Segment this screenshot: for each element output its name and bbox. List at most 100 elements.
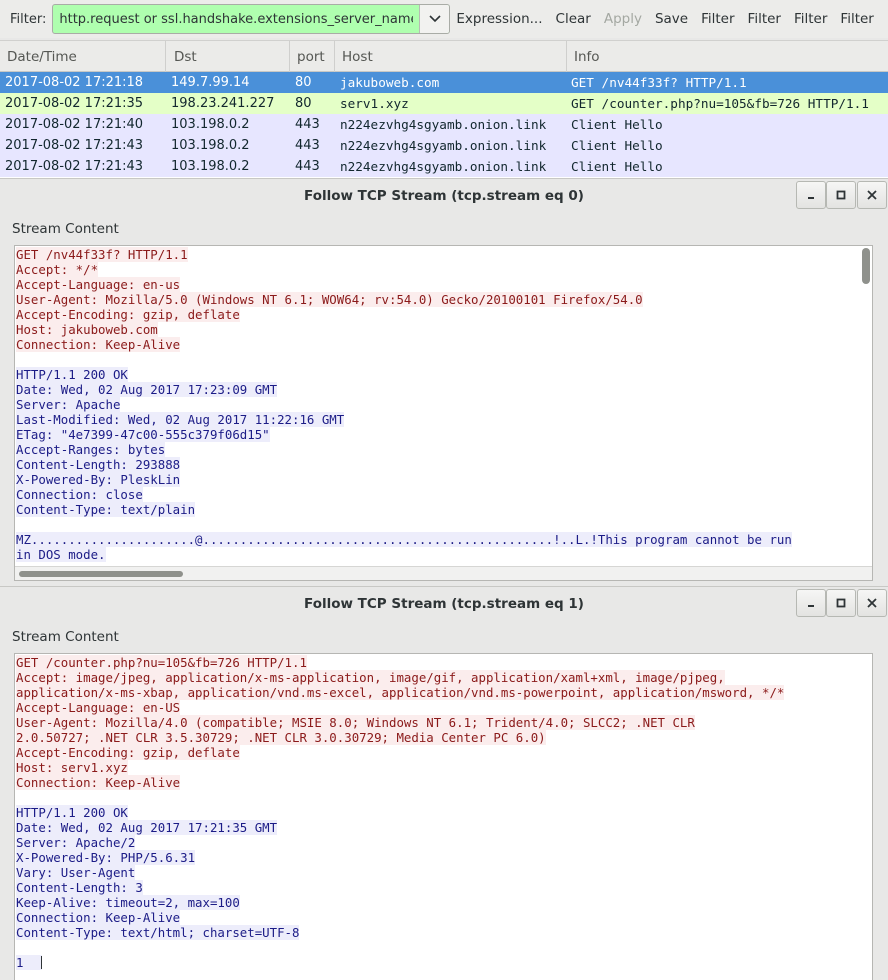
save-button[interactable]: Save <box>655 11 688 27</box>
chevron-down-icon <box>429 15 441 23</box>
maximize-button[interactable] <box>826 181 856 209</box>
column-header-host[interactable]: Host <box>342 49 373 65</box>
line-text: HTTP/1.1 200 OK <box>16 367 128 382</box>
column-header-dst[interactable]: Dst <box>174 49 197 65</box>
cell-info: Client Hello <box>571 138 663 153</box>
line-text: Accept-Language: en-US <box>16 700 181 715</box>
line-text: Last-Modified: Wed, 02 Aug 2017 11:22:16… <box>16 412 345 427</box>
server-data-line: Accept-Ranges: bytes <box>16 442 166 457</box>
filter-history-dropdown[interactable] <box>419 5 450 33</box>
client-data-line: Connection: Keep-Alive <box>16 337 181 352</box>
line-text: Accept-Language: en-us <box>16 277 181 292</box>
stream-content-text[interactable]: GET /counter.php?nu=105&fb=726 HTTP/1.1 A… <box>14 653 873 980</box>
window-title: Follow TCP Stream (tcp.stream eq 1) <box>304 596 584 612</box>
cell-host: n224ezvhg4sgyamb.onion.link <box>340 117 547 132</box>
packet-row[interactable]: 2017-08-02 17:21:40 103.198.0.2 443 n224ezv… <box>0 114 888 135</box>
window-title: Follow TCP Stream (tcp.stream eq 0) <box>304 188 584 204</box>
close-button[interactable] <box>857 589 887 617</box>
line-text: Server: Apache/2 <box>16 835 136 850</box>
maximize-button[interactable] <box>826 589 856 617</box>
cell-host: jakuboweb.com <box>340 75 440 90</box>
minimize-icon <box>808 197 814 199</box>
line-text: Content-Type: text/plain <box>16 502 196 517</box>
stream-content-text[interactable]: GET /nv44f33f? HTTP/1.1 Accept: */* Accept… <box>14 245 873 581</box>
cell-port: 443 <box>295 117 320 132</box>
filter-button-4[interactable]: Filter <box>840 11 873 27</box>
expression-button[interactable]: Expression... <box>456 11 542 27</box>
line-text: 1 <box>16 955 24 970</box>
client-data-line: GET /counter.php?nu=105&fb=726 HTTP/1.1 <box>16 655 307 670</box>
line-text: Connection: close <box>16 487 143 502</box>
line-text: Accept-Encoding: gzip, deflate <box>16 307 240 322</box>
server-data-line: Keep-Alive: timeout=2, max=100 <box>16 895 240 910</box>
server-data-line: Content-Length: 293888 <box>16 457 181 472</box>
close-button[interactable] <box>857 181 887 209</box>
line-text: Accept-Encoding: gzip, deflate <box>16 745 240 760</box>
cell-info: Client Hello <box>571 159 663 174</box>
clear-button[interactable]: Clear <box>556 11 591 27</box>
packet-list-header: Date/Time Dst port Host Info <box>0 40 888 73</box>
filter-button-2[interactable]: Filter <box>748 11 781 27</box>
line-text: Date: Wed, 02 Aug 2017 17:23:09 GMT <box>16 382 278 397</box>
cell-datetime: 2017-08-02 17:21:43 <box>5 138 144 153</box>
close-icon <box>867 598 877 608</box>
line-text: Vary: User-Agent <box>16 865 136 880</box>
packet-row[interactable]: 2017-08-02 17:21:43 103.198.0.2 443 n224ezv… <box>0 135 888 156</box>
client-data-line: Accept: image/jpeg, application/x-ms-app… <box>16 670 725 685</box>
line-text: application/x-ms-xbap, application/vnd.m… <box>16 685 785 700</box>
line-text: 2.0.50727; .NET CLR 3.5.30729; .NET CLR … <box>16 730 546 745</box>
cell-port: 443 <box>295 159 320 174</box>
minimize-button[interactable] <box>796 589 826 617</box>
cell-datetime: 2017-08-02 17:21:35 <box>5 96 144 111</box>
line-text: X-Powered-By: PleskLin <box>16 472 181 487</box>
column-header-port[interactable]: port <box>297 49 325 65</box>
packet-list: Date/Time Dst port Host Info 2017-08-02 … <box>0 40 888 180</box>
line-text: MZ......................@...............… <box>16 532 792 547</box>
display-filter-input[interactable] <box>53 5 420 33</box>
maximize-icon <box>836 190 846 200</box>
server-data-line: X-Powered-By: PHP/5.6.31 <box>16 850 196 865</box>
filter-button-1[interactable]: Filter <box>701 11 734 27</box>
client-data-line: User-Agent: Mozilla/5.0 (Windows NT 6.1;… <box>16 292 643 307</box>
minimize-button[interactable] <box>796 181 826 209</box>
text-cursor <box>41 956 43 969</box>
horizontal-scrollbar-track[interactable] <box>15 566 872 580</box>
wireshark-screen: Filter: Expression... Clear Apply Save F… <box>0 0 888 980</box>
horizontal-scrollbar-thumb[interactable] <box>19 571 183 577</box>
filter-button-3[interactable]: Filter <box>794 11 827 27</box>
line-text: Date: Wed, 02 Aug 2017 17:21:35 GMT <box>16 820 278 835</box>
window-titlebar[interactable]: Follow TCP Stream (tcp.stream eq 0) <box>0 178 888 214</box>
column-header-datetime[interactable]: Date/Time <box>7 49 77 65</box>
line-text: User-Agent: Mozilla/5.0 (Windows NT 6.1;… <box>16 292 643 307</box>
client-data-line: Accept-Language: en-US <box>16 700 181 715</box>
filter-label: Filter: <box>10 11 47 27</box>
cell-host: serv1.xyz <box>340 96 409 111</box>
vertical-scrollbar[interactable] <box>862 248 870 284</box>
server-data-line: MZ......................@...............… <box>16 532 792 547</box>
cell-port: 80 <box>295 96 312 111</box>
client-data-line: 2.0.50727; .NET CLR 3.5.30729; .NET CLR … <box>16 730 546 745</box>
server-data-line: ETag: "4e7399-47c00-555c379f06d15" <box>16 427 270 442</box>
display-filter-combo[interactable] <box>52 4 451 34</box>
cell-datetime: 2017-08-02 17:21:40 <box>5 117 144 132</box>
packet-row-selected[interactable]: 2017-08-02 17:21:18 149.7.99.14 80 jakubowe… <box>0 72 888 93</box>
column-header-info[interactable]: Info <box>574 49 600 65</box>
server-data-line: Last-Modified: Wed, 02 Aug 2017 11:22:16… <box>16 412 345 427</box>
cell-host: n224ezvhg4sgyamb.onion.link <box>340 138 547 153</box>
cell-host: n224ezvhg4sgyamb.onion.link <box>340 159 547 174</box>
line-text: Content-Length: 293888 <box>16 457 181 472</box>
server-data-line: Server: Apache <box>16 397 121 412</box>
server-data-line: HTTP/1.1 200 OK <box>16 805 128 820</box>
cell-datetime: 2017-08-02 17:21:18 <box>5 75 144 90</box>
line-text: in DOS mode. <box>16 547 106 562</box>
line-text: User-Agent: Mozilla/4.0 (compatible; MSI… <box>16 715 695 730</box>
apply-button[interactable]: Apply <box>604 11 642 27</box>
client-data-line: application/x-ms-xbap, application/vnd.m… <box>16 685 785 700</box>
maximize-icon <box>836 598 846 608</box>
packet-row[interactable]: 2017-08-02 17:21:43 103.198.0.2 443 n224ezv… <box>0 156 888 177</box>
window-titlebar[interactable]: Follow TCP Stream (tcp.stream eq 1) <box>0 586 888 622</box>
packet-row[interactable]: 2017-08-02 17:21:35 198.23.241.227 80 serv1… <box>0 93 888 114</box>
server-data-line: X-Powered-By: PleskLin <box>16 472 181 487</box>
server-data-line: Server: Apache/2 <box>16 835 136 850</box>
line-text: Connection: Keep-Alive <box>16 775 181 790</box>
